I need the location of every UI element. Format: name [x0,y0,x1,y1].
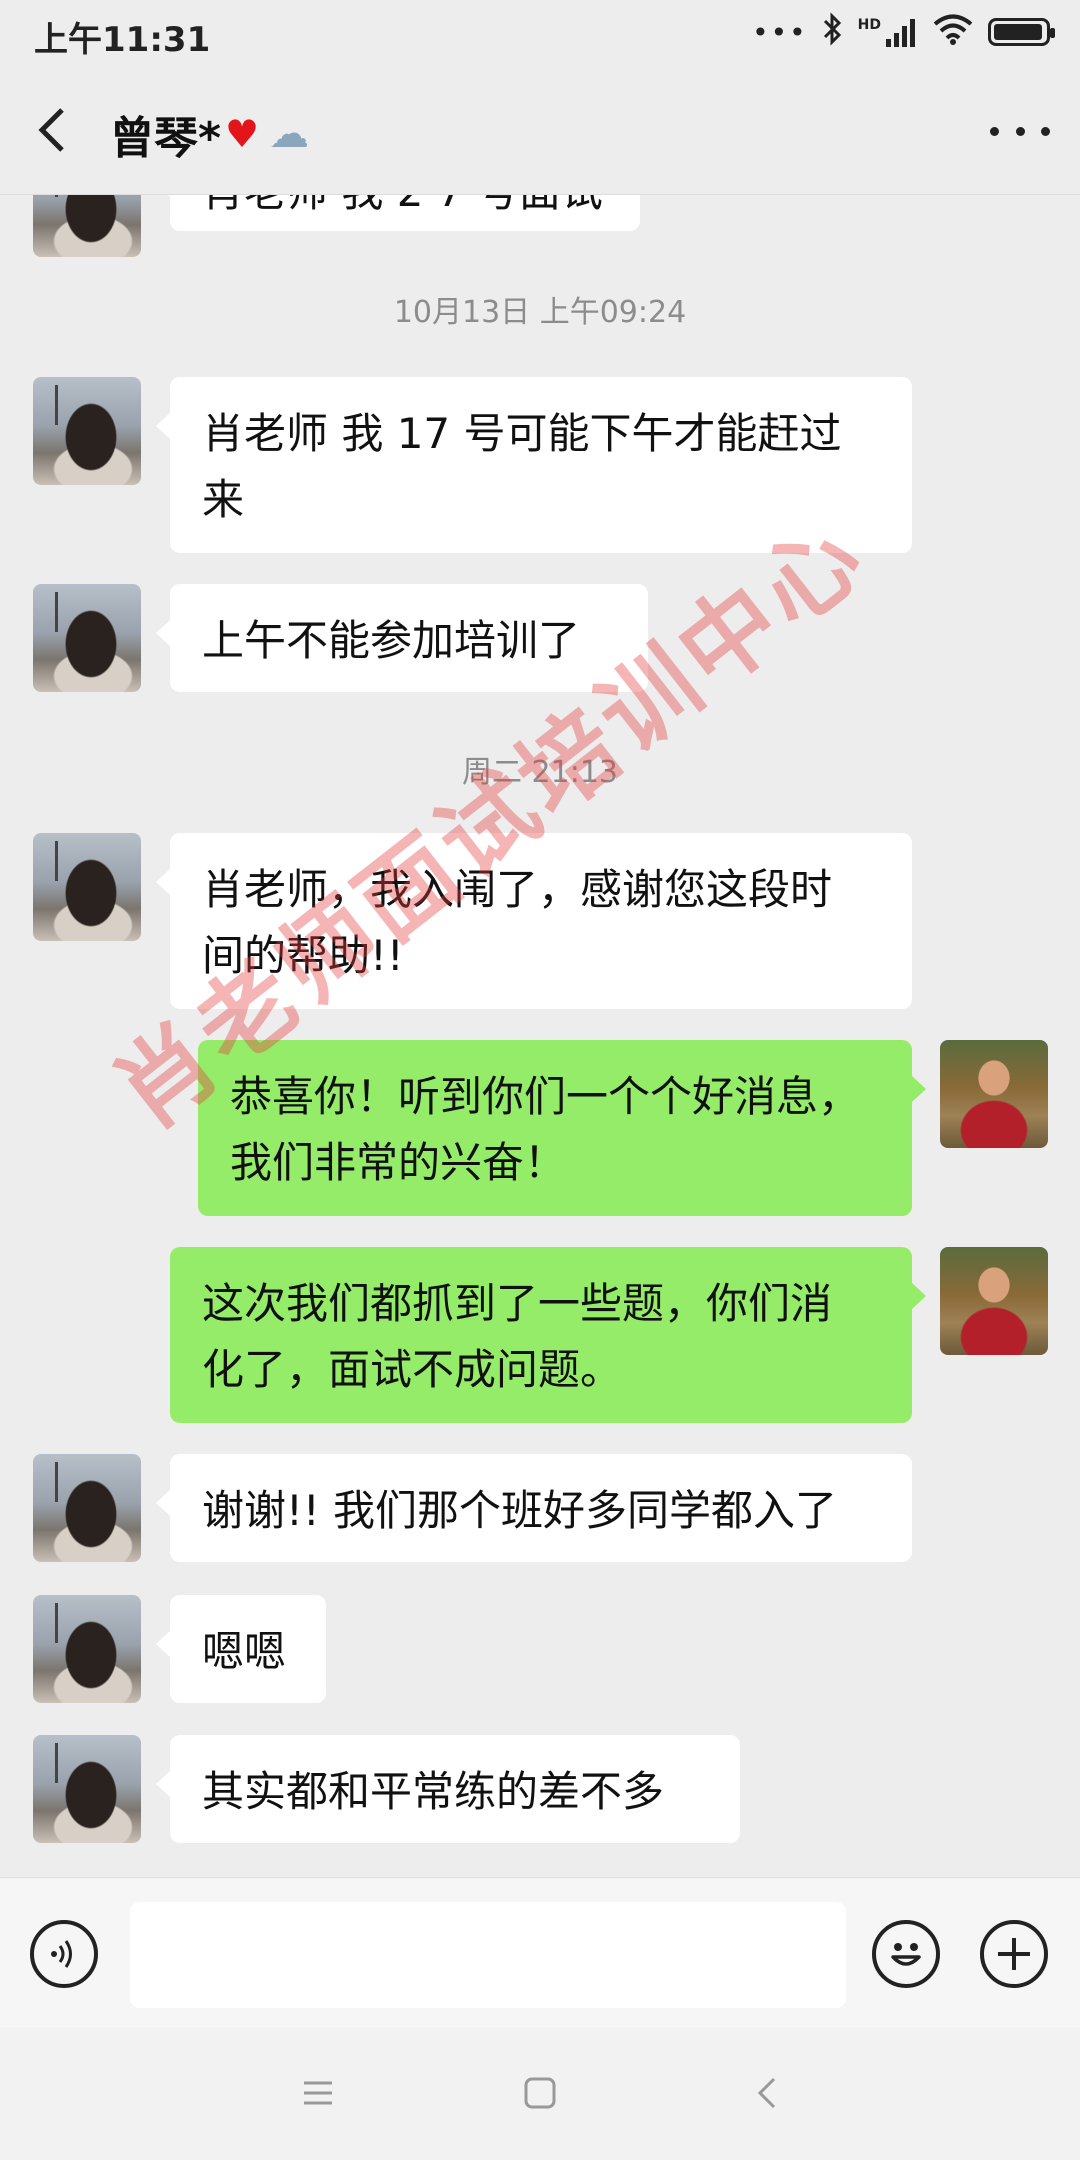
back-nav-button[interactable] [748,2073,788,2113]
message-line: 来 [202,475,245,524]
message-input[interactable] [130,1902,846,2008]
contact-avatar[interactable] [33,1595,141,1703]
message-list[interactable]: 肖老师 我 2 7 号面试 10月13日 上午09:24 肖老师 我 17 号可… [0,195,1080,1877]
menu-icon [304,2081,332,2105]
message-line: 嗯嗯 [202,1627,287,1676]
home-nav-button[interactable] [520,2073,560,2113]
input-bar [0,1877,1080,2028]
voice-button[interactable] [30,1920,98,1988]
voice-icon [51,1940,72,1968]
emoji-icon [891,1943,921,1966]
contact-avatar[interactable] [33,833,141,941]
chevron-left-icon [38,108,64,152]
message-text: 肖老师 我 2 7 号面试 [202,195,603,216]
snow-cloud-icon: ☁ [269,111,310,157]
message-bubble-self[interactable]: 恭喜你！听到你们一个个好消息， 我们非常的兴奋！ [198,1040,926,1216]
emoji-button[interactable] [872,1920,940,1988]
self-avatar[interactable] [940,1040,1048,1148]
message-line: 化了，面试不成问题。 [202,1345,623,1394]
timestamp: 周二 21:13 [462,755,618,790]
chat-header: 曾琴* ♥ ☁ [0,66,1080,195]
battery-icon [988,18,1055,46]
plus-icon [998,1938,1030,1970]
more-dots-icon: ••• [752,15,808,49]
hd-label: HD [857,17,881,33]
contact-avatar[interactable] [33,195,141,257]
message-bubble[interactable]: 谢谢!! 我们那个班好多同学都入了 [156,1454,912,1562]
dot-icon [1015,126,1025,136]
home-square-icon [524,2077,556,2109]
message-bubble[interactable]: 嗯嗯 [156,1595,326,1703]
contact-avatar[interactable] [33,377,141,485]
navigation-bar [0,2027,1080,2160]
message-line: 我们非常的兴奋！ [230,1138,567,1187]
back-arrow-icon [757,2077,776,2109]
contact-name: 曾琴* [110,113,222,164]
more-options-button[interactable] [990,116,1050,146]
contact-avatar[interactable] [33,584,141,692]
status-time: 上午11:31 [34,20,211,60]
message-line: 肖老师，我入闱了，感谢您这段时 [202,865,833,914]
message-bubble[interactable]: 肖老师 我 17 号可能下午才能赶过 来 [156,377,912,553]
add-button[interactable] [980,1920,1048,1988]
message-line: 恭喜你！听到你们一个个好消息， [230,1072,861,1121]
status-icons: ••• HD [752,11,1055,53]
message-bubble[interactable]: 肖老师 我 2 7 号面试 [156,195,640,231]
message-line: 其实都和平常练的差不多 [202,1767,665,1816]
message-line: 上午不能参加培训了 [202,616,581,665]
back-button[interactable] [28,100,84,160]
status-bar: 上午11:31 ••• HD [0,0,1080,66]
message-line: 谢谢!! 我们那个班好多同学都入了 [202,1486,838,1535]
message-line: 间的帮助!! [202,931,404,980]
contact-avatar[interactable] [33,1454,141,1562]
message-line: 这次我们都抓到了一些题，你们消 [202,1279,833,1328]
chat-title: 曾琴* ♥ ☁ [110,102,309,166]
message-line: 肖老师 我 17 号可能下午才能赶过 [202,409,842,458]
dot-icon [990,126,999,136]
signal-icon: HD [858,17,918,47]
menu-nav-button[interactable] [298,2073,338,2113]
wifi-icon [932,13,974,52]
message-bubble[interactable]: 上午不能参加培训了 [156,584,648,692]
heart-icon: ♥ [225,112,260,156]
bluetooth-icon [822,11,844,53]
contact-avatar[interactable] [33,1735,141,1843]
message-bubble[interactable]: 肖老师，我入闱了，感谢您这段时 间的帮助!! [156,833,912,1009]
timestamp: 10月13日 上午09:24 [393,295,687,330]
dot-icon [1041,126,1050,136]
message-bubble[interactable]: 其实都和平常练的差不多 [156,1735,740,1843]
self-avatar[interactable] [940,1247,1048,1355]
message-bubble-self[interactable]: 这次我们都抓到了一些题，你们消 化了，面试不成问题。 [170,1247,926,1423]
